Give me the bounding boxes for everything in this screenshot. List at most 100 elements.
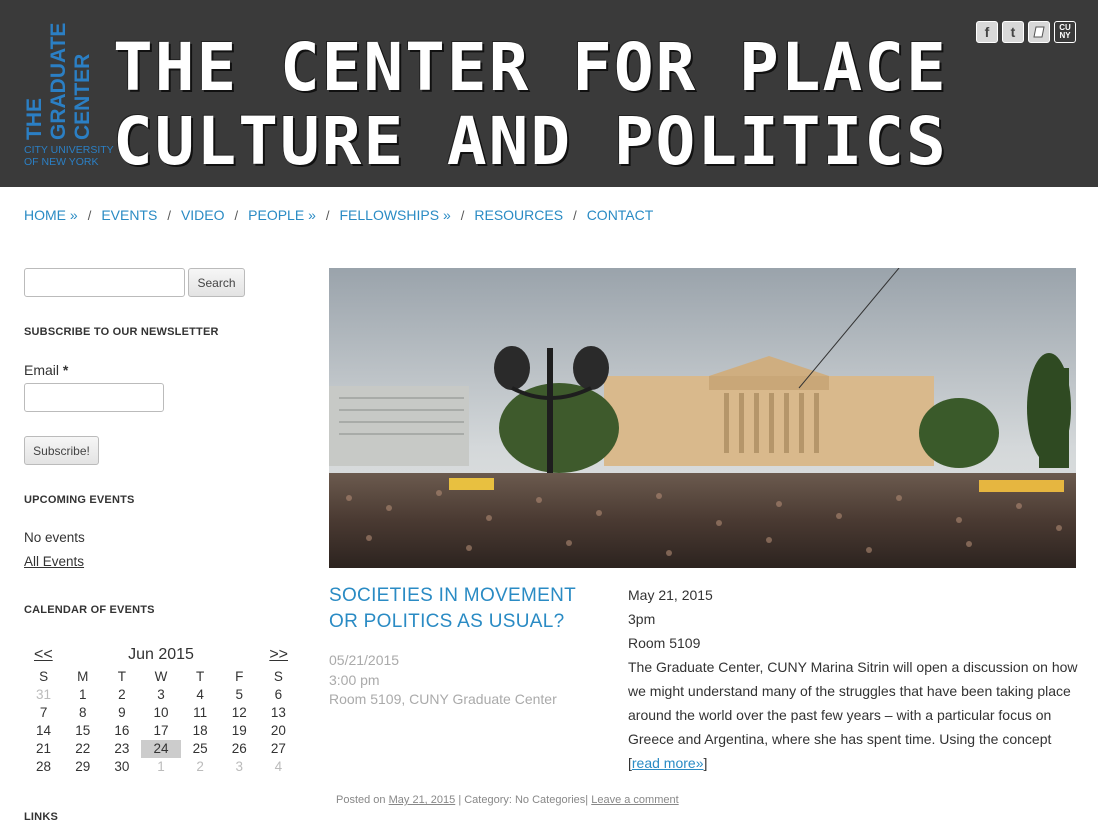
weekday: T [196, 669, 205, 684]
post-footer-meta: Posted on May 21, 2015 | Category: No Ca… [336, 794, 679, 806]
excerpt-body: The Graduate Center, CUNY Marina Sitrin … [628, 659, 1078, 771]
calendar-day: 3 [235, 759, 244, 774]
nav-separator: / [573, 207, 577, 223]
calendar-day: 3 [157, 687, 165, 702]
nav-item-contact[interactable]: CONTACT [587, 207, 654, 223]
nav-item-resources[interactable]: RESOURCES [474, 207, 563, 223]
leave-comment-link[interactable]: Leave a comment [591, 794, 678, 806]
site-title-line2: CULTURE AND POLITICS [113, 103, 948, 180]
calendar-day: 30 [114, 759, 130, 774]
calendar-day: 4 [196, 687, 204, 702]
weekday: F [235, 669, 244, 684]
weekday: S [39, 669, 49, 684]
events-calendar: Jun 2015 << >> S M T W T F S 31 1 2 3 4 … [24, 646, 298, 776]
weekday: T [117, 669, 126, 684]
calendar-day: 25 [192, 741, 208, 756]
calendar-day: 11 [193, 705, 208, 720]
calendar-day: 29 [75, 759, 91, 774]
calendar-day: 17 [153, 723, 169, 738]
cuny-icon[interactable]: CU NY [1054, 21, 1076, 43]
event-date: 05/21/2015 [329, 652, 400, 668]
nav-item-fellowships[interactable]: FELLOWSHIPS » [339, 207, 450, 223]
logo-text-graduate: GRADUATE [47, 22, 70, 140]
calendar-day: 7 [39, 705, 48, 720]
calendar-day: 5 [235, 687, 244, 702]
logo-cuny-text: CITY UNIVERSITY OF NEW YORK [24, 144, 114, 168]
email-label: Email * [24, 362, 69, 378]
logo-text-the: THE [23, 98, 46, 140]
calendar-day: 26 [231, 741, 247, 756]
event-location: Room 5109, CUNY Graduate Center [329, 691, 557, 707]
calendar-day: 10 [153, 705, 169, 720]
calendar-day: 23 [114, 741, 130, 756]
newsletter-title: SUBSCRIBE TO OUR NEWSLETTER [24, 326, 219, 338]
logo-text-center: CENTER [71, 53, 94, 140]
search-form: Search [24, 268, 294, 297]
calendar-week: 14 15 16 17 18 19 20 [24, 722, 298, 740]
calendar-weekdays: S M T W T F S [24, 668, 298, 686]
links-title: LINKS [24, 811, 58, 823]
event-meta: 05/21/2015 3:00 pm Room 5109, CUNY Gradu… [329, 651, 557, 710]
email-field[interactable] [24, 383, 164, 412]
subscribe-button[interactable]: Subscribe! [24, 436, 99, 465]
facebook-icon[interactable]: f [976, 21, 998, 43]
nav-item-events[interactable]: EVENTS [101, 207, 157, 223]
read-more-link[interactable]: read more» [632, 755, 704, 771]
calendar-week: 28 29 30 1 2 3 4 [24, 758, 298, 776]
no-events-text: No events [24, 530, 85, 545]
blog-icon[interactable] [1028, 21, 1050, 43]
post-date-link[interactable]: May 21, 2015 [389, 794, 456, 806]
calendar-day: 8 [78, 705, 87, 720]
calendar-day: 15 [75, 723, 91, 738]
nav-separator: / [325, 207, 330, 223]
twitter-icon[interactable]: t [1002, 21, 1024, 43]
calendar-day: 21 [36, 741, 52, 756]
graduate-center-logo[interactable]: THE GRADUATE CENTER CITY UNIVERSITY OF N… [23, 22, 114, 172]
calendar-day: 9 [118, 705, 126, 720]
social-links: f t CU NY [976, 21, 1076, 43]
calendar-week: 31 1 2 3 4 5 6 [24, 686, 298, 704]
calendar-title: CALENDAR OF EVENTS [24, 604, 155, 616]
nav-item-people[interactable]: PEOPLE » [248, 207, 316, 223]
weekday: S [273, 669, 283, 684]
featured-image[interactable] [329, 268, 1076, 568]
nav-item-video[interactable]: VIDEO [181, 207, 225, 223]
calendar-day: 1 [78, 687, 87, 702]
weekday: M [77, 669, 89, 684]
calendar-day: 2 [196, 759, 204, 774]
calendar-week: 7 8 9 10 11 12 13 [24, 704, 298, 722]
calendar-day-today: 24 [141, 740, 181, 758]
required-mark: * [62, 362, 69, 378]
excerpt-room: Room 5109 [628, 635, 701, 651]
post-title[interactable]: SOCIETIES IN MOVEMENT OR POLITICS AS USU… [329, 583, 609, 635]
calendar-day: 2 [118, 687, 126, 702]
calendar-day: 27 [270, 741, 286, 756]
calendar-day: 31 [36, 687, 52, 702]
calendar-month: Jun 2015 [128, 646, 194, 663]
calendar-day: 14 [36, 723, 52, 738]
site-title-line1: THE CENTER FOR PLACE [113, 29, 948, 106]
calendar-prev-link[interactable]: << [34, 646, 53, 664]
calendar-day: 12 [231, 705, 247, 720]
calendar-day: 18 [192, 723, 208, 738]
site-title[interactable]: THE CENTER FOR PLACE CULTURE AND POLITIC… [113, 29, 948, 180]
site-header: THE GRADUATE CENTER CITY UNIVERSITY OF N… [0, 0, 1098, 187]
nav-separator: / [167, 207, 171, 223]
upcoming-events-title: UPCOMING EVENTS [24, 494, 135, 506]
event-time: 3:00 pm [329, 671, 380, 688]
search-button[interactable]: Search [188, 268, 245, 297]
calendar-next-link[interactable]: >> [269, 646, 288, 664]
nav-item-home[interactable]: HOME » [24, 207, 78, 223]
post-excerpt: May 21, 2015 3pm Room 5109 The Graduate … [628, 583, 1078, 775]
calendar-day: 16 [114, 723, 130, 738]
calendar-day: 28 [36, 759, 52, 774]
calendar-grid: S M T W T F S 31 1 2 3 4 5 6 7 8 9 10 11… [24, 668, 298, 776]
excerpt-date: May 21, 2015 [628, 587, 713, 603]
calendar-day: 19 [231, 723, 247, 738]
search-input[interactable] [24, 268, 185, 297]
calendar-week: 21 22 23 24 25 26 27 [24, 740, 298, 758]
all-events-link[interactable]: All Events [24, 554, 84, 569]
calendar-day: 6 [274, 687, 283, 702]
calendar-day: 22 [75, 741, 91, 756]
excerpt-time: 3pm [628, 611, 656, 627]
